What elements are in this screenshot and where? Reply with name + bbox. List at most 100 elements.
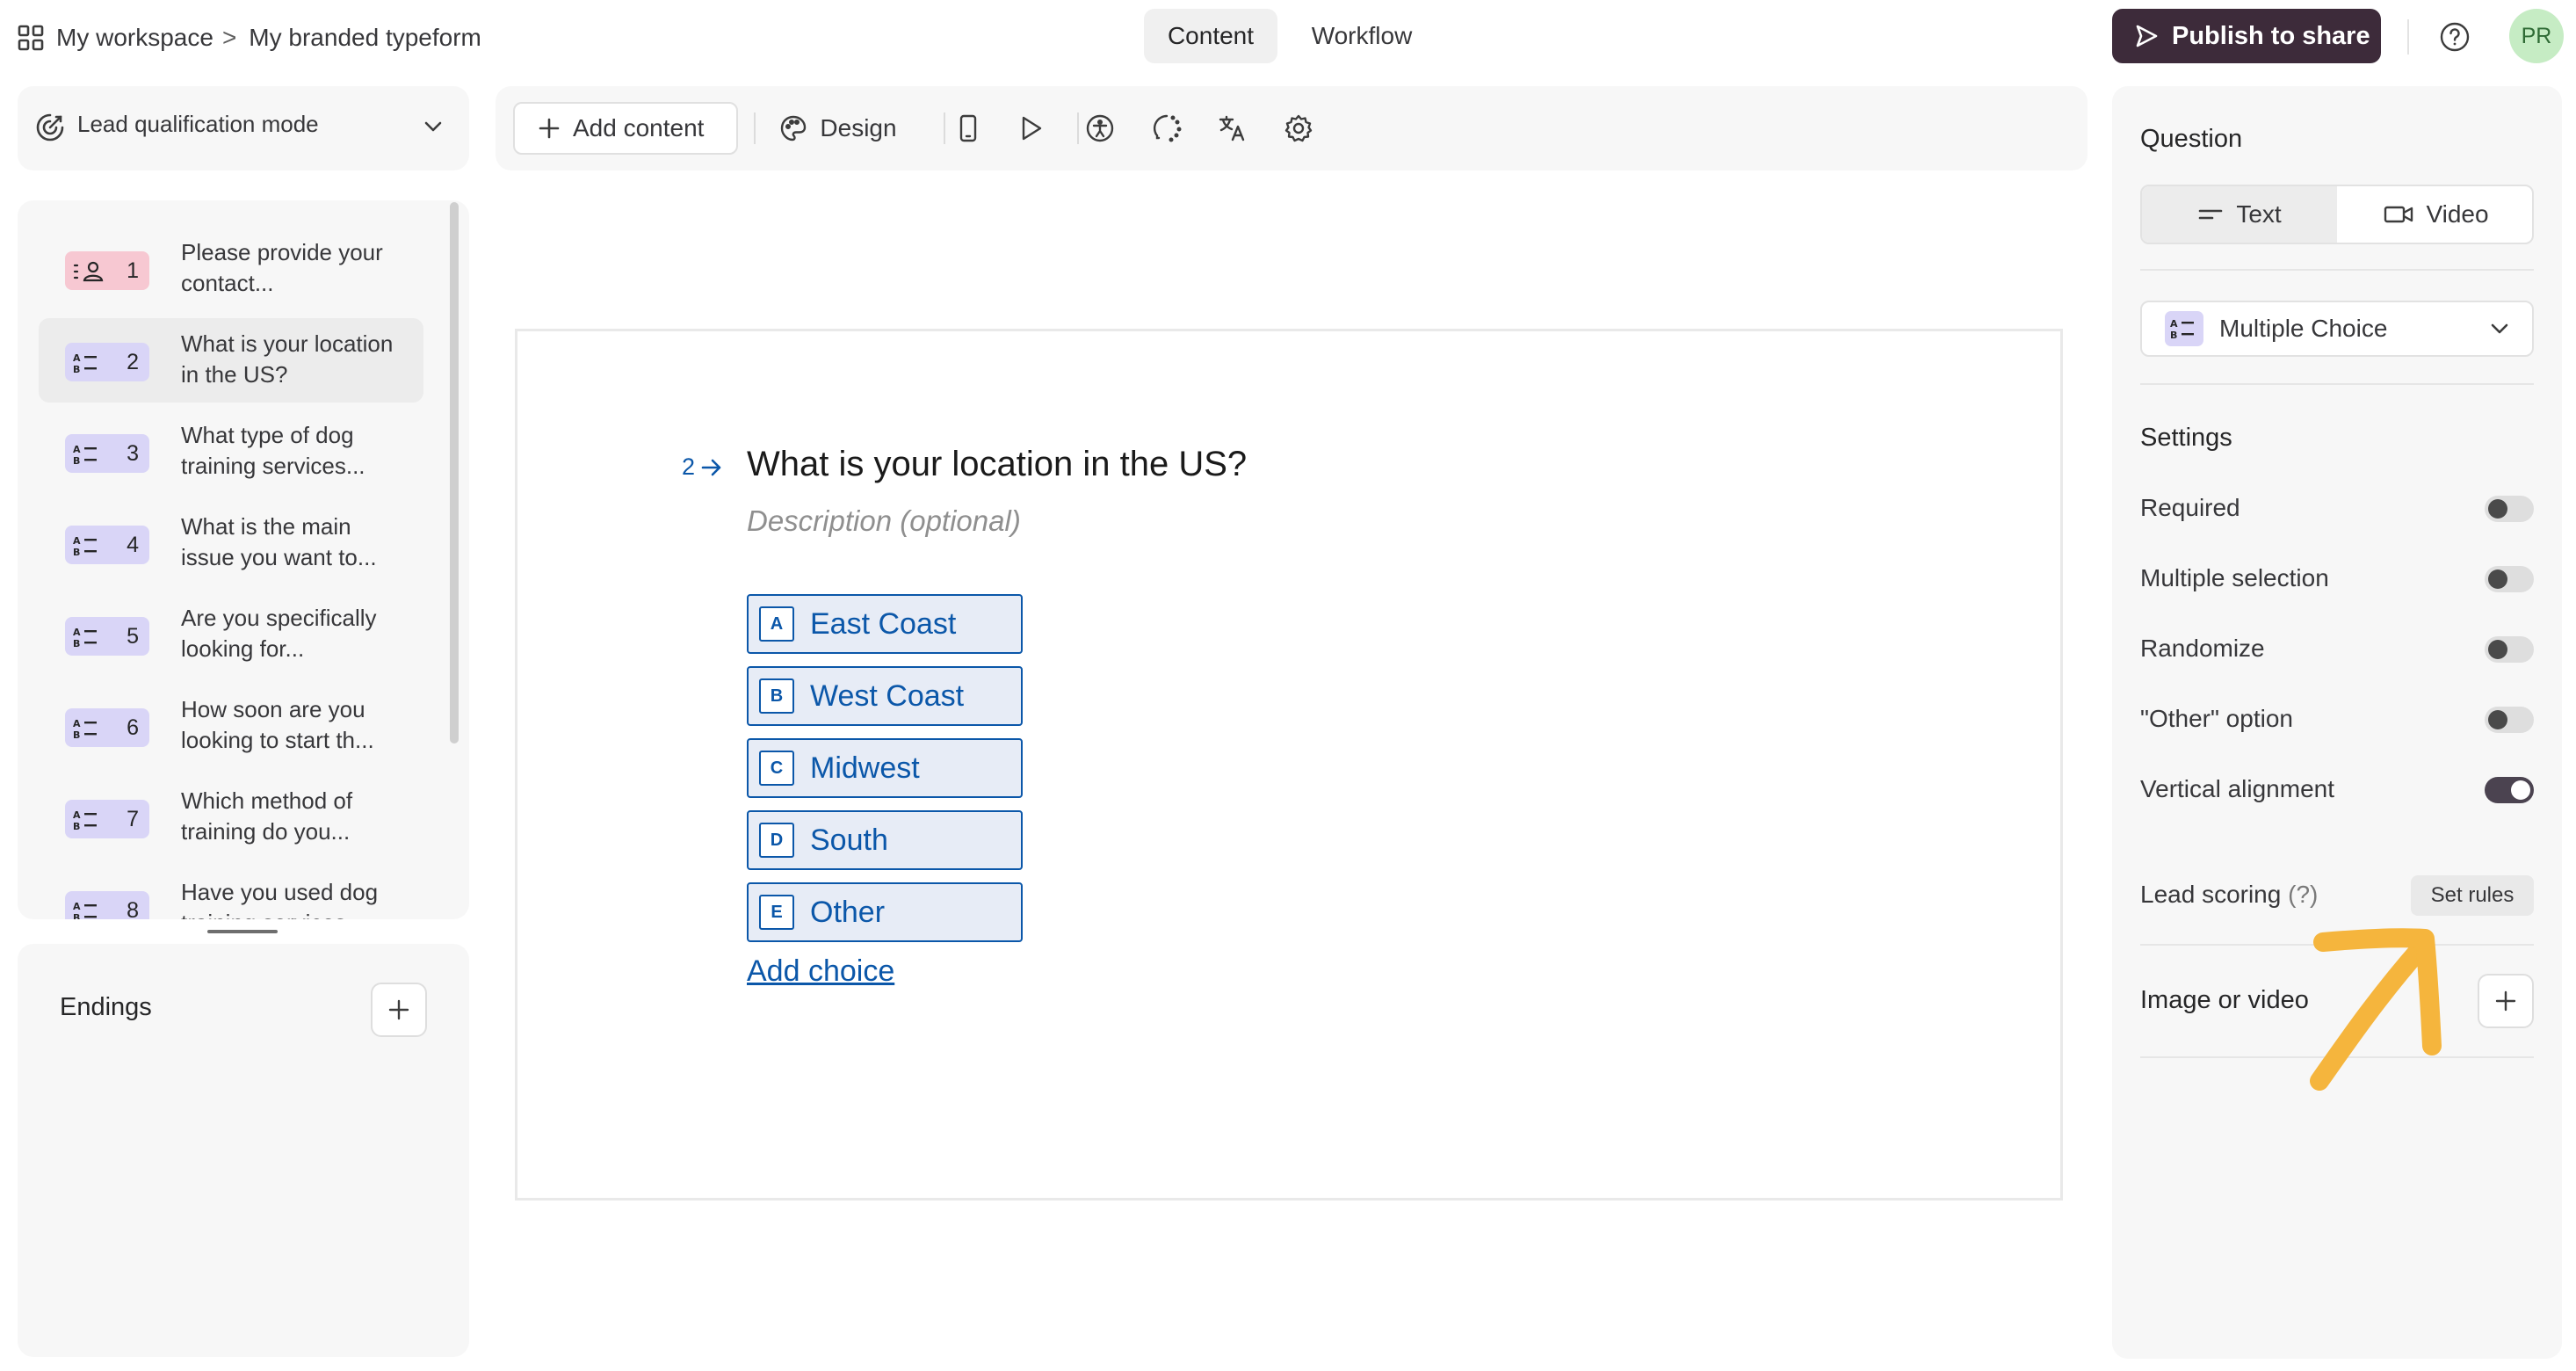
set-rules-button[interactable]: Set rules [2411,875,2534,916]
settings-icon[interactable] [1281,102,1316,155]
multiple-selection-toggle[interactable] [2485,566,2534,592]
current-question-number: 2 [682,453,696,480]
question-item[interactable]: 1 Please provide your contact... [39,227,423,311]
help-icon[interactable] [2439,21,2471,53]
required-toggle[interactable] [2485,496,2534,522]
avatar[interactable]: PR [2509,9,2564,63]
publish-button[interactable]: Publish to share [2112,9,2381,63]
mobile-preview-icon[interactable] [951,102,986,155]
plus-icon [2495,990,2516,1012]
avatar-initials: PR [2521,23,2552,48]
question-list-scrollbar[interactable] [450,202,459,744]
svg-text:A: A [73,718,81,729]
choice-option[interactable]: D South [747,810,1023,870]
question-item-active[interactable]: AB 2 What is your location in the US? [39,318,423,403]
toolbar-divider [1077,112,1079,144]
question-type-select[interactable]: AB Multiple Choice [2140,301,2534,357]
design-button[interactable]: Design [768,102,908,155]
tab-workflow-label: Workflow [1311,22,1413,49]
apps-grid-icon[interactable] [18,25,44,51]
question-title: Which method of training do you... [181,787,353,845]
svg-text:B: B [73,912,80,919]
format-text-option[interactable]: Text [2142,186,2337,243]
mode-label: Lead qualification mode [77,111,319,137]
question-number-indicator: 2 [682,453,723,481]
translate-icon[interactable] [1214,102,1249,155]
loading-icon[interactable] [1149,102,1184,155]
question-number: 8 [127,898,139,919]
choice-option[interactable]: B West Coast [747,666,1023,726]
mode-selector[interactable]: Lead qualification mode [18,86,469,170]
tab-content[interactable]: Content [1144,9,1277,63]
video-camera-icon [2384,206,2413,223]
svg-text:B: B [73,455,80,466]
breadcrumb-form-name[interactable]: My branded typeform [249,24,481,52]
choice-option[interactable]: C Midwest [747,738,1023,798]
question-item[interactable]: AB 3 What type of dog training services.… [39,410,423,494]
annotation-arrow-icon [2302,914,2460,1099]
choice-label: East Coast [810,606,957,641]
choice-option[interactable]: E Other [747,882,1023,942]
other-option-toggle[interactable] [2485,707,2534,733]
endings-title: Endings [60,993,152,1021]
toggle-knob [2511,780,2530,800]
question-settings-panel: Question Text Video AB Multiple Choice S… [2112,86,2562,1359]
toggle-knob [2488,569,2507,589]
vertical-alignment-toggle[interactable] [2485,777,2534,803]
question-title: Please provide your contact... [181,239,383,296]
svg-text:B: B [2170,330,2177,340]
image-video-heading: Image or video [2140,986,2309,1014]
multiple-choice-icon: AB [2165,311,2203,346]
question-format-toggle: Text Video [2140,185,2534,244]
choice-key: B [759,678,794,714]
question-badge: AB 3 [65,434,149,473]
choice-option[interactable]: A East Coast [747,594,1023,654]
question-description-input[interactable]: Description (optional) [747,504,1021,538]
question-item[interactable]: AB 6 How soon are you looking to start t… [39,684,423,768]
question-badge: AB 6 [65,708,149,747]
format-video-label: Video [2426,200,2489,228]
publish-label: Publish to share [2172,21,2370,50]
format-video-option[interactable]: Video [2339,186,2534,243]
toolbar-divider [944,112,945,144]
choice-key: C [759,751,794,786]
endings-panel: Endings [18,944,469,1357]
question-item[interactable]: AB 7 Which method of training do you... [39,775,423,860]
chevron-down-icon [423,120,443,134]
multiple-choice-icon: AB [73,718,97,740]
question-item[interactable]: AB 8 Have you used dog training services… [39,867,423,919]
question-title: How soon are you looking to start th... [181,696,374,753]
question-title: What is the main issue you want to... [181,513,377,570]
question-number: 5 [127,624,139,649]
breadcrumb-separator: > [221,24,237,51]
multiple-choice-icon: AB [73,352,97,374]
question-item[interactable]: AB 4 What is the main issue you want to.… [39,501,423,585]
add-ending-button[interactable] [371,983,427,1037]
accessibility-icon[interactable] [1082,102,1118,155]
breadcrumb-workspace[interactable]: My workspace [56,24,213,52]
choice-key: A [759,606,794,642]
tab-workflow[interactable]: Workflow [1295,9,1429,63]
question-item[interactable]: AB 5 Are you specifically looking for... [39,592,423,677]
design-label: Design [820,114,897,141]
choice-label: South [810,823,888,857]
question-badge: AB 8 [65,891,149,919]
divider [2140,383,2534,385]
multiple-choice-icon: AB [73,809,97,831]
add-media-button[interactable] [2478,974,2534,1028]
add-choice-link[interactable]: Add choice [747,954,894,989]
setting-label: Required [2140,494,2240,521]
randomize-toggle[interactable] [2485,636,2534,663]
lead-scoring-text: Lead scoring [2140,881,2282,908]
lead-scoring-help[interactable]: (?) [2288,881,2318,908]
svg-text:A: A [73,809,81,821]
panel-resize-handle[interactable] [207,930,278,933]
arrow-right-icon [701,459,721,475]
tab-content-label: Content [1167,22,1255,49]
question-title-input[interactable]: What is your location in the US? [747,445,1247,484]
setting-label: Randomize [2140,635,2265,662]
question-number: 7 [127,807,139,831]
add-content-button[interactable]: Add content [513,102,738,155]
play-icon[interactable] [1014,102,1049,155]
text-lines-icon [2199,209,2223,220]
